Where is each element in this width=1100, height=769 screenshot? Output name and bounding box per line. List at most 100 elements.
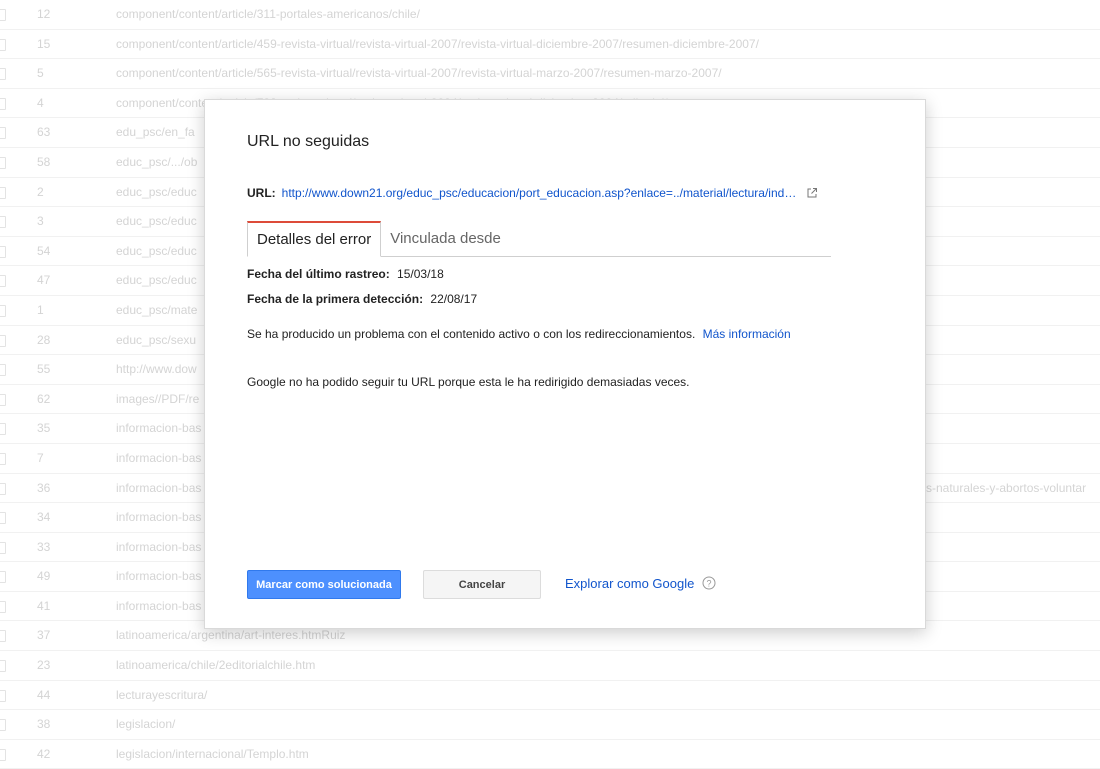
row-url[interactable]: component/content/article/459-revista-vi… [116, 37, 759, 51]
row-url[interactable]: educ_psc/.../ob [116, 155, 197, 169]
row-link-count: 12 [37, 7, 51, 21]
row-checkbox[interactable] [0, 304, 6, 317]
row-url[interactable]: educ_psc/educ [116, 214, 197, 228]
row-checkbox[interactable] [0, 68, 6, 81]
row-url[interactable]: educ_psc/educ [116, 244, 197, 258]
table-row[interactable]: 44 lecturayescritura/ [0, 681, 1100, 711]
external-link-icon[interactable] [806, 187, 818, 199]
row-link-count: 55 [37, 362, 51, 377]
row-checkbox[interactable] [0, 423, 6, 436]
help-circle-icon[interactable]: ? [702, 576, 716, 590]
first-detected-label: Fecha de la primera detección: [247, 292, 424, 306]
row-url[interactable]: educ_psc/sexu [116, 333, 196, 347]
row-checkbox[interactable] [0, 364, 6, 377]
explanation-text: Google no ha podido seguir tu URL porque… [247, 375, 690, 389]
row-url[interactable]: informacion-bas [116, 599, 201, 613]
row-checkbox[interactable] [0, 482, 6, 495]
row-link-count: 4 [37, 95, 44, 110]
row-link-count: 5 [37, 66, 44, 81]
row-url[interactable]: informacion-bas [116, 421, 201, 435]
row-url[interactable]: images//PDF/re [116, 392, 199, 406]
svg-text:?: ? [706, 579, 711, 589]
row-checkbox[interactable] [0, 660, 6, 673]
mark-fixed-button[interactable]: Marcar como solucionada [247, 570, 401, 599]
row-link-count: 54 [37, 243, 51, 258]
tab-linked-from[interactable]: Vinculada desde [381, 221, 510, 255]
cancel-button[interactable]: Cancelar [423, 570, 541, 599]
fetch-as-google-link[interactable]: Explorar como Google [565, 576, 694, 591]
row-url[interactable]: informacion-bas [116, 481, 201, 495]
problem-text: Se ha producido un problema con el conte… [247, 327, 696, 341]
more-info-link[interactable]: Más información [703, 327, 791, 341]
url-row: URL: http://www.down21.org/educ_psc/educ… [247, 186, 818, 200]
row-checkbox[interactable] [0, 334, 6, 347]
row-link-count: 15 [37, 36, 51, 51]
row-link-count: 7 [37, 450, 44, 465]
row-url[interactable]: informacion-bas [116, 569, 201, 583]
row-link-count: 3 [37, 214, 44, 229]
dialog-tabs: Detalles del error Vinculada desde [247, 221, 831, 257]
row-url[interactable]: component/content/article/311-portales-a… [116, 7, 420, 21]
row-checkbox[interactable] [0, 630, 6, 643]
table-row[interactable]: 42 legislacion/internacional/Templo.htm [0, 740, 1100, 769]
row-checkbox[interactable] [0, 127, 6, 140]
row-checkbox[interactable] [0, 38, 6, 51]
table-row[interactable]: 5 component/content/article/565-revista-v… [0, 59, 1100, 89]
last-crawl-label: Fecha del último rastreo: [247, 267, 390, 281]
row-checkbox[interactable] [0, 600, 6, 613]
row-link-count: 35 [37, 421, 51, 436]
row-url[interactable]: informacion-bas [116, 540, 201, 554]
url-link[interactable]: http://www.down21.org/educ_psc/educacion… [282, 186, 797, 200]
row-checkbox[interactable] [0, 245, 6, 258]
row-link-count: 38 [37, 717, 51, 732]
row-url[interactable]: edu_psc/en_fa [116, 125, 195, 139]
url-not-followed-dialog: URL no seguidas URL: http://www.down21.o… [204, 99, 926, 629]
last-crawl-value: 15/03/18 [397, 267, 444, 281]
table-row[interactable]: 38 legislacion/ [0, 710, 1100, 740]
problem-row: Se ha producido un problema con el conte… [247, 327, 791, 341]
row-url[interactable]: http://www.dow [116, 362, 197, 376]
row-checkbox[interactable] [0, 156, 6, 169]
tab-error-details[interactable]: Detalles del error [247, 221, 382, 257]
dialog-title: URL no seguidas [247, 133, 370, 150]
row-link-count: 49 [37, 569, 51, 584]
row-checkbox[interactable] [0, 689, 6, 702]
row-link-count: 2 [37, 184, 44, 199]
row-link-count: 36 [37, 480, 51, 495]
row-link-count: 23 [37, 658, 51, 673]
row-link-count: 28 [37, 332, 51, 347]
row-url[interactable]: informacion-bas [116, 451, 201, 465]
row-url[interactable]: educ_psc/educ [116, 273, 197, 287]
row-checkbox[interactable] [0, 452, 6, 465]
row-url[interactable]: informacion-bas [116, 510, 201, 524]
row-checkbox[interactable] [0, 393, 6, 406]
row-link-count: 62 [37, 391, 51, 406]
row-link-count: 44 [37, 687, 51, 702]
row-link-count: 37 [37, 628, 51, 643]
row-url[interactable]: lecturayescritura/ [116, 688, 207, 702]
row-link-count: 58 [37, 154, 51, 169]
row-checkbox[interactable] [0, 216, 6, 229]
table-row[interactable]: 12 component/content/article/311-portales… [0, 0, 1100, 30]
row-link-count: 63 [37, 125, 51, 140]
row-checkbox[interactable] [0, 748, 6, 761]
row-checkbox[interactable] [0, 512, 6, 525]
row-checkbox[interactable] [0, 9, 6, 21]
row-url[interactable]: latinoamerica/argentina/art-interes.htmR… [116, 628, 345, 642]
row-checkbox[interactable] [0, 186, 6, 199]
row-url[interactable]: educ_psc/mate [116, 303, 197, 317]
url-label: URL: [247, 186, 276, 200]
row-url[interactable]: component/content/article/565-revista-vi… [116, 66, 722, 80]
row-checkbox[interactable] [0, 541, 6, 554]
table-row[interactable]: 23 latinoamerica/chile/2editorialchile.ht… [0, 651, 1100, 681]
row-url[interactable]: legislacion/ [116, 717, 175, 731]
first-detected-value: 22/08/17 [430, 292, 478, 306]
row-checkbox[interactable] [0, 571, 6, 584]
row-checkbox[interactable] [0, 275, 6, 288]
row-url[interactable]: latinoamerica/chile/2editorialchile.htm [116, 658, 315, 672]
row-checkbox[interactable] [0, 97, 6, 110]
row-url-tail: s-naturales-y-abortos-voluntar [926, 480, 1087, 495]
row-url[interactable]: educ_psc/educ [116, 185, 197, 199]
table-row[interactable]: 15 component/content/article/459-revista-… [0, 30, 1100, 60]
row-checkbox[interactable] [0, 719, 6, 732]
